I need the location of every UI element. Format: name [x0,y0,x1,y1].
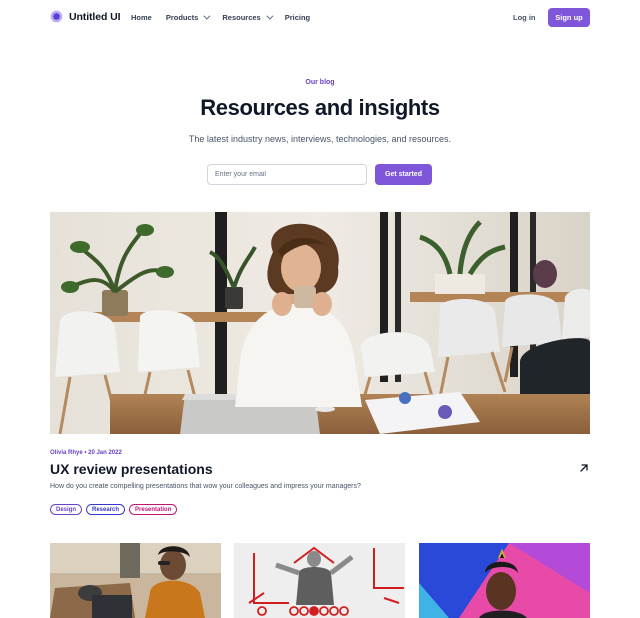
tag-presentation[interactable]: Presentation [129,504,178,515]
tag-research[interactable]: Research [86,504,126,515]
nav-link-pricing[interactable]: Pricing [285,13,310,22]
post-excerpt: How do you create compelling presentatio… [50,483,361,490]
chevron-down-icon [266,12,274,20]
email-input[interactable] [207,164,367,185]
brand-name: Untitled UI [69,10,121,23]
post-title[interactable]: UX review presentations [50,461,213,477]
post-meta: Olivia Rhye • 20 Jan 2022 [50,450,122,456]
nav-link-label: Pricing [284,13,311,22]
chevron-down-icon [203,12,211,20]
nav-link-label: Resources [222,13,261,22]
nav-link-home[interactable]: Home [131,13,152,22]
section-eyebrow: Our blog [305,79,335,86]
brand-logo[interactable]: Untitled UI [50,10,121,23]
page-title: Resources and insights [200,95,440,120]
nav-link-products[interactable]: Products [165,12,211,22]
post-card-image[interactable] [234,543,405,618]
logo-icon [50,10,63,23]
tag-design[interactable]: Design [50,504,83,515]
nav-link-resources[interactable]: Resources [222,12,274,22]
page-subtitle: The latest industry news, interviews, te… [188,134,452,144]
nav-link-label: Home [131,13,152,22]
post-card-image[interactable] [419,543,590,618]
post-tags: Design Research Presentation [50,504,178,515]
featured-post-image[interactable] [50,212,590,434]
nav-link-label: Products [165,13,199,22]
login-button[interactable]: Log in [513,13,536,22]
signup-button[interactable]: Sign up [548,8,590,27]
get-started-button[interactable]: Get started [375,164,432,185]
top-navigation: Untitled UI Home Products Resources Pric… [0,0,640,36]
arrow-up-right-icon[interactable] [578,462,590,474]
nav-links: Home Products Resources Pricing [131,12,310,22]
post-card-image[interactable] [50,543,221,618]
